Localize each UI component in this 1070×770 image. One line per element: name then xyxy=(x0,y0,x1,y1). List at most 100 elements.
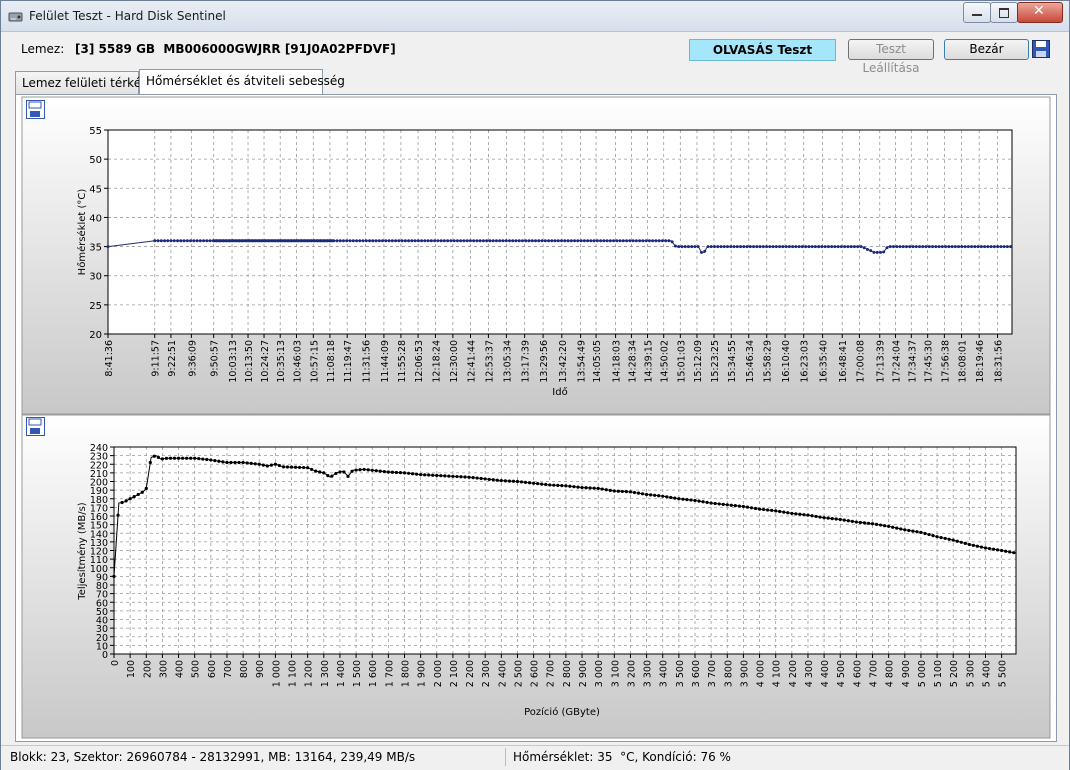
throughput-point xyxy=(878,523,883,527)
temperature-point xyxy=(680,245,684,249)
throughput-point xyxy=(261,463,265,467)
throughput-point xyxy=(766,508,770,512)
status-temperature: Hőmérséklet: 35 °C, Kondíció: 76 % xyxy=(513,750,731,764)
x-axis-label: Pozíció (GByte) xyxy=(524,706,600,718)
throughput-point xyxy=(225,460,229,465)
temperature-point xyxy=(547,239,551,243)
throughput-point xyxy=(475,476,479,480)
throughput-point xyxy=(903,528,907,532)
throughput-point xyxy=(455,474,459,479)
temperature-point xyxy=(931,245,935,249)
floppy-save-icon[interactable] xyxy=(1032,40,1050,62)
x-tick-label: 3 800 xyxy=(723,660,734,687)
x-tick-label: 600 xyxy=(207,660,218,678)
x-tick-label: 5 400 xyxy=(981,660,992,687)
temperature-point xyxy=(862,246,866,250)
disk-name: [3] 5589 GB MB006000GWJRR [91J0A02PFDVF] xyxy=(75,42,396,56)
temperature-point xyxy=(621,239,625,243)
throughput-point xyxy=(451,474,455,478)
temperature-point xyxy=(608,239,612,243)
close-window-button[interactable]: ✕ xyxy=(1017,2,1063,23)
temperature-point xyxy=(739,245,743,249)
temperature-point xyxy=(364,239,368,243)
temperature-point xyxy=(556,239,560,243)
temperature-point xyxy=(758,245,762,249)
throughput-point xyxy=(745,505,750,509)
x-tick-label: 16:10:40 xyxy=(781,340,792,383)
throughput-point xyxy=(802,513,806,517)
throughput-point xyxy=(229,460,233,465)
tab-temperature-speed[interactable]: Hőmérséklet és átviteli sebesség xyxy=(139,69,345,95)
temperature-point xyxy=(368,239,372,243)
throughput-point xyxy=(233,460,237,465)
throughput-point xyxy=(253,462,257,466)
temperature-point xyxy=(553,239,557,243)
throughput-point xyxy=(362,467,366,472)
throughput-point xyxy=(753,506,758,511)
throughput-point xyxy=(338,470,342,474)
x-tick-label: 400 xyxy=(175,660,186,678)
x-tick-label: 16:48:41 xyxy=(838,340,849,383)
throughput-point xyxy=(568,484,572,488)
throughput-point xyxy=(620,489,624,494)
close-button[interactable]: Bezár xyxy=(944,39,1029,60)
x-tick-label: 1 600 xyxy=(368,660,379,687)
throughput-point xyxy=(148,460,152,465)
throughput-point xyxy=(850,519,854,523)
throughput-point xyxy=(386,470,390,474)
throughput-point xyxy=(346,474,350,478)
temperature-point xyxy=(579,239,583,243)
x-tick-label: 5 000 xyxy=(917,660,928,687)
tab-content: 20 25 30 35 40 45 50 55 8:41:36 9:11:57 9:22:51 9:3… xyxy=(15,94,1057,742)
throughput-point xyxy=(991,547,996,551)
x-tick-label: 9:50:57 xyxy=(210,340,221,377)
temperature-point xyxy=(504,239,508,243)
throughput-point xyxy=(616,489,620,493)
x-tick-label: 13:42:20 xyxy=(558,340,569,383)
throughput-point xyxy=(640,492,645,496)
maximize-button[interactable] xyxy=(990,2,1018,23)
throughput-point xyxy=(1004,549,1008,553)
minimize-button[interactable] xyxy=(963,2,991,23)
y-tick-label: 240 xyxy=(90,443,108,454)
throughput-point xyxy=(544,482,548,487)
temperature-point xyxy=(817,245,821,249)
x-tick-label: 5 300 xyxy=(965,660,976,687)
throughput-point xyxy=(987,546,992,551)
x-tick-label: 13:17:39 xyxy=(521,340,532,383)
throughput-point xyxy=(858,520,863,525)
temperature-point xyxy=(670,240,674,244)
throughput-point xyxy=(302,465,306,470)
throughput-point xyxy=(374,469,378,473)
throughput-point xyxy=(721,502,725,506)
throughput-point xyxy=(189,456,193,460)
x-tick-label: 800 xyxy=(239,660,250,678)
x-tick-label: 1 500 xyxy=(352,660,363,687)
x-tick-label: 9:22:51 xyxy=(167,340,178,377)
x-tick-label: 4 200 xyxy=(788,660,799,687)
throughput-point xyxy=(761,507,766,512)
throughput-point xyxy=(826,516,830,520)
temperature-point xyxy=(726,245,730,249)
temperature-point xyxy=(729,245,733,249)
throughput-point xyxy=(128,497,132,501)
x-tick-label: 15:34:55 xyxy=(727,340,738,383)
x-tick-label: 3 100 xyxy=(610,660,621,687)
temperature-point xyxy=(686,245,690,249)
throughput-point xyxy=(729,503,733,507)
y-tick-label: 25 xyxy=(89,301,102,312)
temperature-point xyxy=(331,239,335,243)
tab-surface-map[interactable]: Lemez felületi térkép xyxy=(15,71,149,94)
temperature-point xyxy=(625,239,629,243)
temperature-point xyxy=(651,239,655,243)
temperature-point xyxy=(566,239,570,243)
throughput-point xyxy=(1000,548,1004,553)
throughput-point xyxy=(193,456,197,460)
y-tick-label: 55 xyxy=(89,126,102,137)
throughput-point xyxy=(644,492,649,497)
maximize-icon xyxy=(999,8,1009,18)
throughput-point xyxy=(669,495,673,500)
floppy-save-icon[interactable] xyxy=(26,417,45,436)
floppy-save-icon[interactable] xyxy=(26,100,45,119)
stop-test-button[interactable]: Teszt Leállítása xyxy=(848,39,934,75)
